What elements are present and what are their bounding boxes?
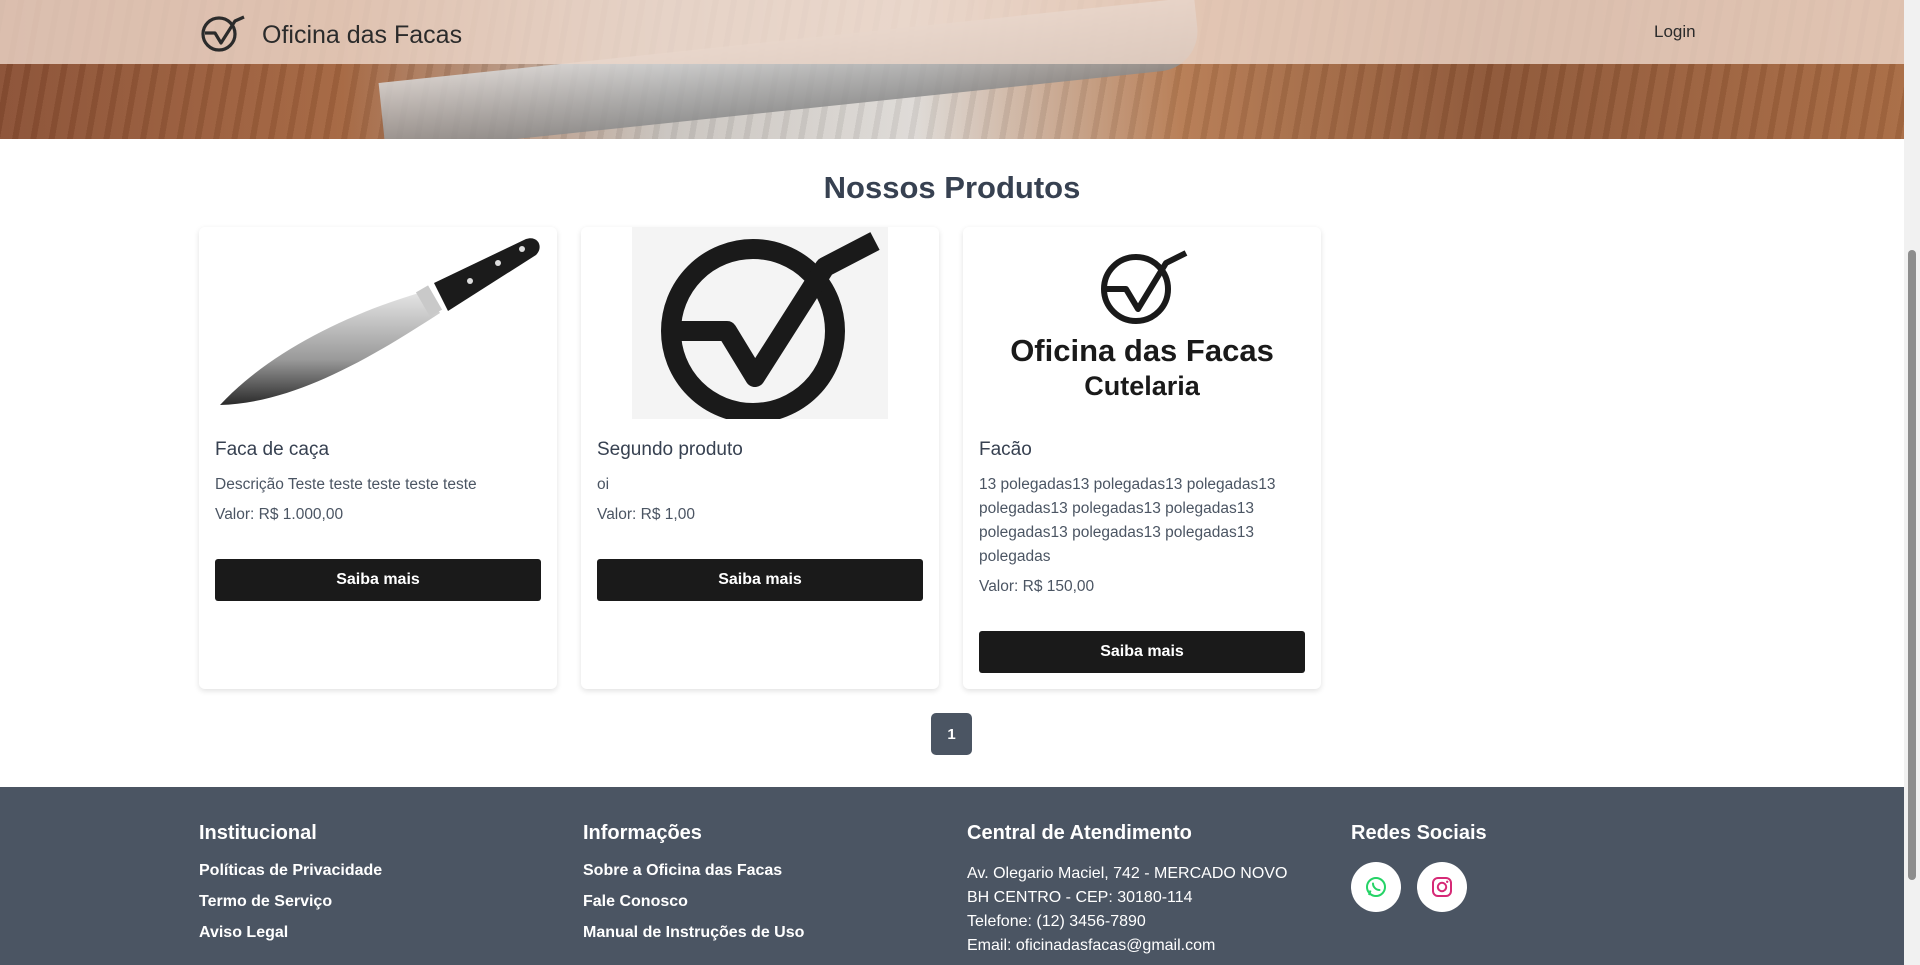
brand-logo-icon [199,13,247,58]
about-link[interactable]: Sobre a Oficina das Facas [583,862,804,880]
logo-mark-icon [1101,249,1188,324]
logo-wordmark-image: Oficina das Facas Cutelaria [963,227,1321,419]
footer-atendimento: Central de Atendimento Av. Olegario Maci… [967,822,1287,958]
product-description: Descrição Teste teste teste teste teste [215,476,477,493]
saiba-mais-button[interactable]: Saiba mais [979,631,1305,673]
address-line: BH CENTRO - CEP: 30180-114 [967,889,1193,906]
login-link[interactable]: Login [1654,22,1696,42]
saiba-mais-button[interactable]: Saiba mais [597,559,923,601]
page-scrollbar[interactable] [1904,0,1920,965]
hero-banner: Oficina das Facas Login [0,0,1904,139]
terms-link[interactable]: Termo de Serviço [199,893,382,911]
instagram-icon [1432,877,1452,897]
product-name: Segundo produto [597,439,743,460]
footer-redes: Redes Sociais [1351,822,1487,912]
chef-knife-image [199,227,557,419]
product-card: Faca de caça Descrição Teste teste teste… [199,227,557,689]
pagination-page-button[interactable]: 1 [931,713,972,755]
scrollbar-thumb[interactable] [1908,250,1916,880]
navbar: Oficina das Facas Login [0,0,1904,64]
footer-heading: Redes Sociais [1351,822,1487,844]
footer-institucional: Institucional Políticas de Privacidade T… [199,822,382,955]
footer-heading: Institucional [199,822,317,844]
product-name: Facão [979,439,1032,460]
product-price: Valor: R$ 1,00 [597,506,695,523]
product-card: Segundo produto oi Valor: R$ 1,00 Saiba … [581,227,939,689]
product-price: Valor: R$ 1.000,00 [215,506,344,523]
legal-notice-link[interactable]: Aviso Legal [199,924,382,942]
product-description: oi [597,476,610,493]
logo-mark-image [581,227,939,419]
product-name: Faca de caça [215,439,330,460]
product-description: 13 polegadas13 polegadas13 polegadas13 p… [979,476,1276,565]
footer-heading: Central de Atendimento [967,822,1192,844]
contact-link[interactable]: Fale Conosco [583,893,804,911]
brand-name: Oficina das Facas [262,21,463,49]
whatsapp-button[interactable] [1351,862,1401,912]
section-title: Nossos Produtos [823,170,1081,205]
manual-link[interactable]: Manual de Instruções de Uso [583,924,804,942]
logo-wordmark-line2: Cutelaria [1084,370,1200,401]
product-card: Oficina das Facas Cutelaria Facão 13 pol… [963,227,1321,689]
whatsapp-icon [1366,877,1386,897]
saiba-mais-button[interactable]: Saiba mais [215,559,541,601]
brand[interactable]: Oficina das Facas [199,13,462,58]
privacy-policy-link[interactable]: Políticas de Privacidade [199,862,382,880]
address-line: Av. Olegario Maciel, 742 - MERCADO NOVO [967,865,1288,882]
product-price: Valor: R$ 150,00 [979,578,1095,595]
instagram-button[interactable] [1417,862,1467,912]
footer-heading: Informações [583,822,702,844]
footer-informacoes: Informações Sobre a Oficina das Facas Fa… [583,822,804,955]
footer: Institucional Políticas de Privacidade T… [0,787,1904,965]
logo-wordmark-line1: Oficina das Facas [1010,332,1274,368]
phone-line: Telefone: (12) 3456-7890 [967,913,1146,930]
email-line: Email: oficinadasfacas@gmail.com [967,937,1216,954]
